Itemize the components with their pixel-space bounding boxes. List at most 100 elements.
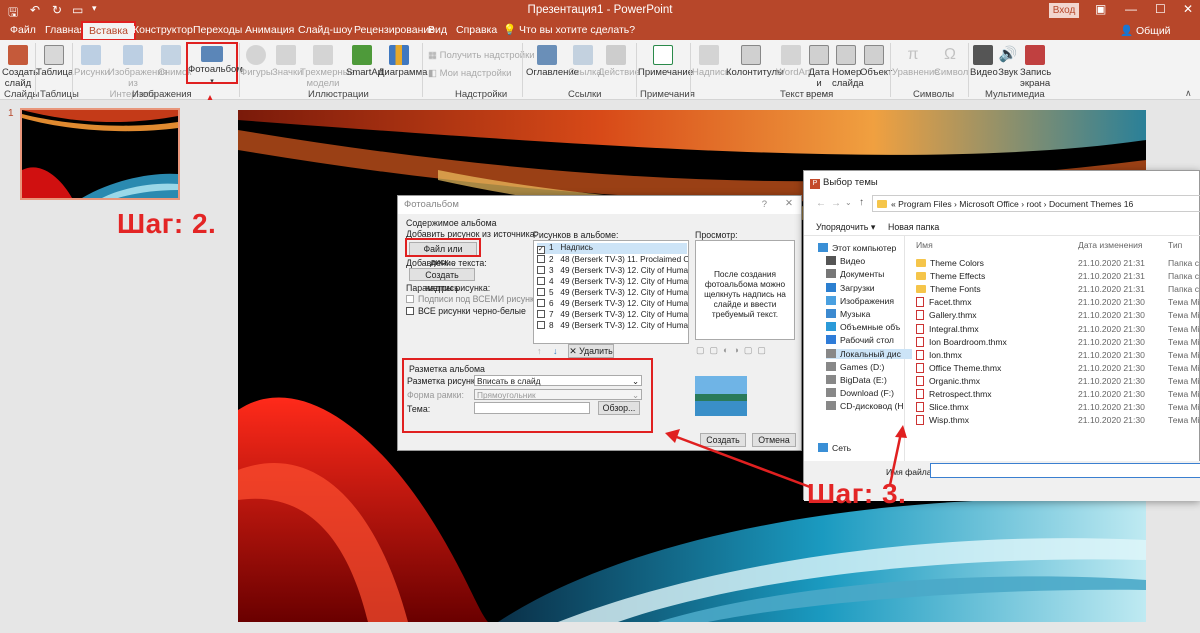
list-item[interactable]: 3 49 (Berserk TV-3) 12. City of Humans I — [537, 266, 688, 275]
list-item[interactable]: 7 49 (Berserk TV-3) 12. City of Humans I — [537, 310, 688, 319]
file-row[interactable]: Ion Boardroom.thmx — [916, 336, 1007, 347]
get-addins-button[interactable]: ▦ Получить надстройки — [428, 50, 535, 61]
slide-number-button[interactable]: Номер слайда — [832, 45, 864, 89]
file-row[interactable]: Office Theme.thmx — [916, 362, 1001, 373]
slide-thumbnail[interactable] — [20, 108, 180, 200]
maximize-icon[interactable]: ☐ — [1155, 2, 1166, 16]
list-item[interactable]: 6 49 (Berserk TV-3) 12. City of Humans I — [537, 299, 688, 308]
list-item[interactable]: 4 49 (Berserk TV-3) 12. City of Humans I — [537, 277, 688, 286]
album-pictures-list[interactable]: ✓ 1 Надпись 2 48 (Berserk TV-3) 11. Procl… — [533, 240, 689, 344]
nav-item[interactable]: Games (D:) — [826, 361, 884, 372]
shapes-button[interactable]: Фигуры — [240, 45, 273, 78]
nav-item[interactable]: Загрузки — [826, 282, 875, 293]
tell-me-search[interactable]: 💡 Что вы хотите сделать? — [503, 23, 635, 40]
login-button[interactable]: Вход — [1049, 3, 1079, 18]
tab-file[interactable]: Файл — [10, 23, 36, 40]
screen-recording-button[interactable]: Запись экрана — [1020, 45, 1051, 89]
up-arrow-icon[interactable]: ↑ — [859, 197, 864, 208]
photo-album-button[interactable]: Фотоальбом ▾ — [186, 42, 243, 85]
file-row[interactable]: Gallery.thmx — [916, 310, 977, 321]
comment-button[interactable]: Примечание — [638, 45, 693, 78]
pictures-button[interactable]: Рисунки — [74, 45, 110, 78]
file-row[interactable]: Theme Effects — [916, 271, 985, 281]
tab-help[interactable]: Справка — [456, 23, 497, 40]
help-button[interactable]: ? — [762, 199, 767, 210]
column-name-header[interactable]: Имя — [916, 240, 933, 250]
3d-models-button[interactable]: Трехмерные модели — [300, 45, 355, 89]
textbox-button[interactable]: Надпись — [692, 45, 730, 78]
my-addins-button[interactable]: ◧ Мои надстройки — [428, 68, 511, 79]
organize-button[interactable]: Упорядочить ▾ — [816, 222, 875, 233]
new-folder-button[interactable]: Новая папка — [888, 222, 939, 232]
delete-button[interactable]: ✕ Удалить — [568, 344, 614, 358]
list-item[interactable]: ✓ 1 Надпись — [537, 243, 687, 254]
file-row[interactable]: Retrospect.thmx — [916, 389, 992, 399]
equation-button[interactable]: π Уравнение — [892, 45, 940, 78]
file-row[interactable]: Wisp.thmx — [916, 415, 969, 426]
new-textbox-button[interactable]: Создать надпись — [409, 268, 475, 293]
action-button[interactable]: Действие — [598, 45, 640, 78]
nav-item[interactable]: Документы — [826, 269, 884, 279]
picture-layout-select[interactable]: Вписать в слайд ⌄ — [474, 375, 642, 386]
breadcrumb-segment[interactable]: Microsoft Office — [959, 199, 1019, 209]
column-type-header[interactable]: Тип — [1168, 240, 1182, 250]
theme-input[interactable] — [474, 402, 590, 414]
captions-checkbox[interactable]: Подписи под ВСЕМИ рисунками — [406, 294, 550, 304]
tab-review[interactable]: Рецензирование — [354, 23, 435, 40]
preview-rotate-icons[interactable]: ▢▢◐◑▢▢ — [696, 345, 771, 356]
ribbon-options-icon[interactable]: ▣ — [1095, 2, 1106, 16]
frame-shape-select[interactable]: Прямоугольник ⌄ — [474, 389, 642, 400]
nav-item[interactable]: Видео — [826, 256, 865, 266]
link-button[interactable]: Ссылка — [568, 45, 602, 78]
list-item[interactable]: 2 48 (Berserk TV-3) 11. Proclaimed Ome — [537, 255, 688, 264]
tab-transitions[interactable]: Переходы — [193, 23, 242, 40]
nav-item[interactable]: Музыка — [826, 309, 870, 319]
nav-item[interactable]: Этот компьютер — [818, 243, 896, 253]
tab-animations[interactable]: Анимация — [245, 23, 294, 40]
browse-button[interactable]: Обзор... — [598, 401, 640, 415]
collapse-ribbon-icon[interactable]: ∧ — [1185, 88, 1192, 99]
file-row[interactable]: Theme Fonts — [916, 284, 981, 294]
header-footer-button[interactable]: Колонтитулы — [726, 45, 784, 78]
minimize-icon[interactable]: — — [1125, 2, 1137, 16]
tab-insert[interactable]: Вставка — [81, 21, 137, 41]
nav-item[interactable]: Объемные объ — [826, 322, 900, 332]
file-row[interactable]: Integral.thmx — [916, 323, 979, 334]
nav-item[interactable]: Рабочий стол — [826, 335, 894, 345]
video-button[interactable]: Видео — [970, 45, 998, 78]
tab-home[interactable]: Главная — [45, 23, 85, 40]
tab-view[interactable]: Вид — [428, 23, 447, 40]
smartart-button[interactable]: SmartArt — [346, 45, 383, 78]
forward-arrow-icon[interactable]: → — [831, 198, 841, 209]
breadcrumb-segment[interactable]: Document Themes 16 — [1049, 199, 1133, 209]
file-row[interactable]: Theme Colors — [916, 258, 984, 268]
datetime-button[interactable]: Дата и время — [806, 45, 833, 100]
column-date-header[interactable]: Дата изменения — [1078, 240, 1143, 250]
icons-button[interactable]: Значки — [272, 45, 302, 78]
black-white-checkbox[interactable]: ВСЕ рисунки черно-белые — [406, 306, 526, 316]
nav-item[interactable]: Локальный дис — [826, 348, 912, 359]
table-button[interactable]: Таблица — [36, 45, 73, 78]
chart-button[interactable]: Диаграмма — [378, 45, 427, 78]
breadcrumb-segment[interactable]: root — [1026, 199, 1041, 209]
address-bar[interactable]: « Program Files › Microsoft Office › roo… — [872, 195, 1200, 212]
tab-design[interactable]: Конструктор — [133, 23, 193, 40]
close-icon[interactable]: ✕ — [1183, 2, 1193, 16]
tab-slideshow[interactable]: Слайд-шоу — [298, 23, 352, 40]
object-button[interactable]: Объект — [860, 45, 892, 78]
list-item[interactable]: 5 49 (Berserk TV-3) 12. City of Humans I — [537, 288, 688, 297]
breadcrumb-segment[interactable]: Program Files — [898, 199, 951, 209]
filename-input[interactable] — [930, 463, 1200, 478]
zoom-button[interactable]: Оглавление — [526, 45, 579, 78]
back-arrow-icon[interactable]: ← — [816, 198, 826, 209]
close-icon[interactable]: ✕ — [785, 198, 793, 209]
screenshot-button[interactable]: Снимок — [158, 45, 191, 78]
symbol-button[interactable]: Ω Символ — [934, 45, 968, 78]
nav-item[interactable]: BigData (E:) — [826, 375, 887, 385]
list-item[interactable]: 8 49 (Berserk TV-3) 12. City of Humans I — [537, 321, 688, 330]
audio-button[interactable]: 🔊 Звук — [996, 45, 1020, 78]
move-down-icon[interactable]: ↓ — [553, 346, 558, 356]
file-row[interactable]: Organic.thmx — [916, 375, 980, 386]
move-up-icon[interactable]: ↑ — [537, 346, 542, 356]
nav-item[interactable]: Изображения — [826, 295, 894, 306]
